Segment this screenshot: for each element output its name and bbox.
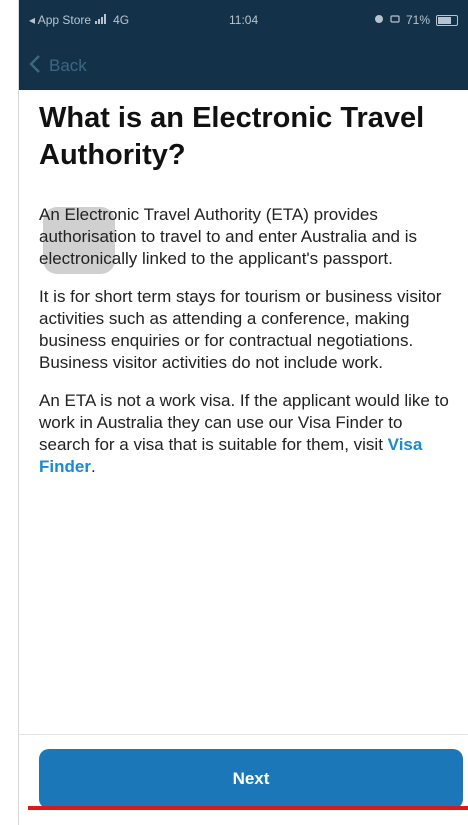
footer-divider [19, 734, 468, 735]
status-time: 11:04 [229, 13, 259, 27]
back-label: Back [49, 56, 87, 75]
orientation-lock-icon [390, 13, 400, 27]
status-right: 71% [374, 13, 458, 27]
paragraph-short-term-stays: It is for short term stays for tourism o… [39, 287, 442, 372]
chevron-left-icon [29, 54, 41, 78]
main-content: What is an Electronic Travel Authority? … [39, 100, 454, 478]
navigation-bar: Back [19, 40, 468, 90]
status-bar: ◂ App Store 4G 11:04 71% [19, 0, 468, 40]
next-button-label: Next [232, 769, 270, 788]
battery-icon [436, 14, 458, 26]
battery-percent: 71% [405, 13, 430, 27]
alarm-icon [374, 13, 384, 27]
next-button[interactable]: Next [39, 749, 463, 809]
paragraph-work-visa: An ETA is not a work visa. If the applic… [39, 390, 454, 478]
status-left: ◂ App Store 4G [29, 13, 129, 27]
network-type: 4G [113, 13, 130, 27]
paragraph-eta-description: An Electronic Travel Authority (ETA) pro… [39, 205, 418, 268]
carrier-label: ◂ App Store [29, 13, 92, 27]
annotation-underline [28, 806, 468, 810]
phone-screen: ◂ App Store 4G 11:04 71% Back What is an… [18, 0, 468, 825]
signal-bars-icon [95, 13, 109, 27]
page-title: What is an Electronic Travel Authority? [39, 102, 425, 171]
paragraph-work-visa-end: . [90, 457, 96, 476]
back-button[interactable]: Back [29, 54, 87, 78]
